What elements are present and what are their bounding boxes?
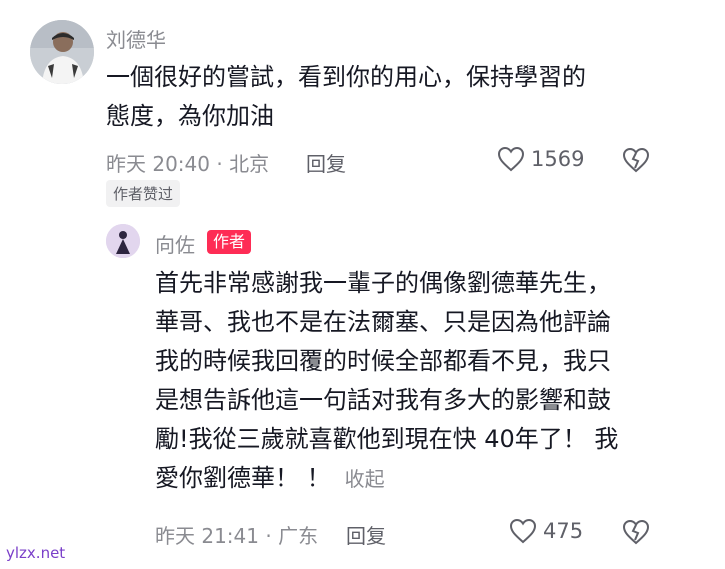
heart-icon bbox=[509, 518, 537, 544]
avatar-figure-icon bbox=[106, 224, 140, 258]
comment1-line: 一個很好的嘗試，看到你的用心，保持學習的 bbox=[106, 63, 586, 91]
heart-icon bbox=[497, 146, 525, 172]
comment2-dislike-button[interactable] bbox=[622, 518, 650, 546]
avatar-xiangzuo[interactable] bbox=[106, 224, 140, 258]
comment1-dislike-button[interactable] bbox=[622, 146, 650, 174]
comment2-time-location: 昨天 21:41 · 广东 bbox=[155, 524, 319, 548]
comment2-line: 華哥、我也不是在法爾塞、只是因為他評論 bbox=[155, 308, 611, 336]
comment2-like-count: 475 bbox=[543, 519, 584, 543]
comment1-like-count: 1569 bbox=[531, 147, 585, 171]
watermark: ylzx.net bbox=[6, 544, 66, 562]
avatar-liu[interactable] bbox=[30, 20, 94, 84]
comment1-username[interactable]: 刘德华 bbox=[106, 24, 166, 53]
comment2-username[interactable]: 向佐 bbox=[155, 229, 195, 258]
comment1-like-button[interactable]: 1569 bbox=[497, 146, 584, 172]
comment1-reply-button[interactable]: 回复 bbox=[306, 148, 346, 177]
comment2-line: 首先非常感謝我一輩子的偶像劉德華先生， bbox=[155, 269, 611, 297]
broken-heart-icon bbox=[622, 147, 650, 173]
collapse-button[interactable]: 收起 bbox=[345, 467, 385, 491]
broken-heart-icon bbox=[622, 519, 650, 545]
comment2-text: 首先非常感謝我一輩子的偶像劉德華先生， 華哥、我也不是在法爾塞、只是因為他評論 … bbox=[155, 264, 618, 499]
comment2-last-line: 愛你劉德華！ ！ 收起 bbox=[155, 459, 618, 499]
comment2-line: 愛你劉德華！ ！ bbox=[155, 464, 331, 492]
author-liked-chip: 作者赞过 bbox=[106, 180, 181, 207]
author-badge: 作者 bbox=[207, 230, 252, 254]
comment1-text: 一個很好的嘗試，看到你的用心，保持學習的 態度，為你加油 bbox=[106, 58, 586, 136]
comment2-line: 是想告訴他這一句話对我有多大的影響和鼓 bbox=[155, 386, 611, 414]
comment1-time-location: 昨天 20:40 · 北京 bbox=[106, 152, 270, 176]
comment2-like-button[interactable]: 475 bbox=[509, 518, 583, 544]
comment2-line: 勵!我從三歲就喜歡他到現在快 40年了！ 我 bbox=[155, 425, 619, 453]
comment2-reply-button[interactable]: 回复 bbox=[346, 520, 386, 549]
avatar-person-icon bbox=[30, 20, 94, 84]
comment2-line: 我的時候我回覆的时候全部都看不見，我只 bbox=[155, 347, 611, 375]
comment1-line: 態度，為你加油 bbox=[106, 102, 274, 130]
